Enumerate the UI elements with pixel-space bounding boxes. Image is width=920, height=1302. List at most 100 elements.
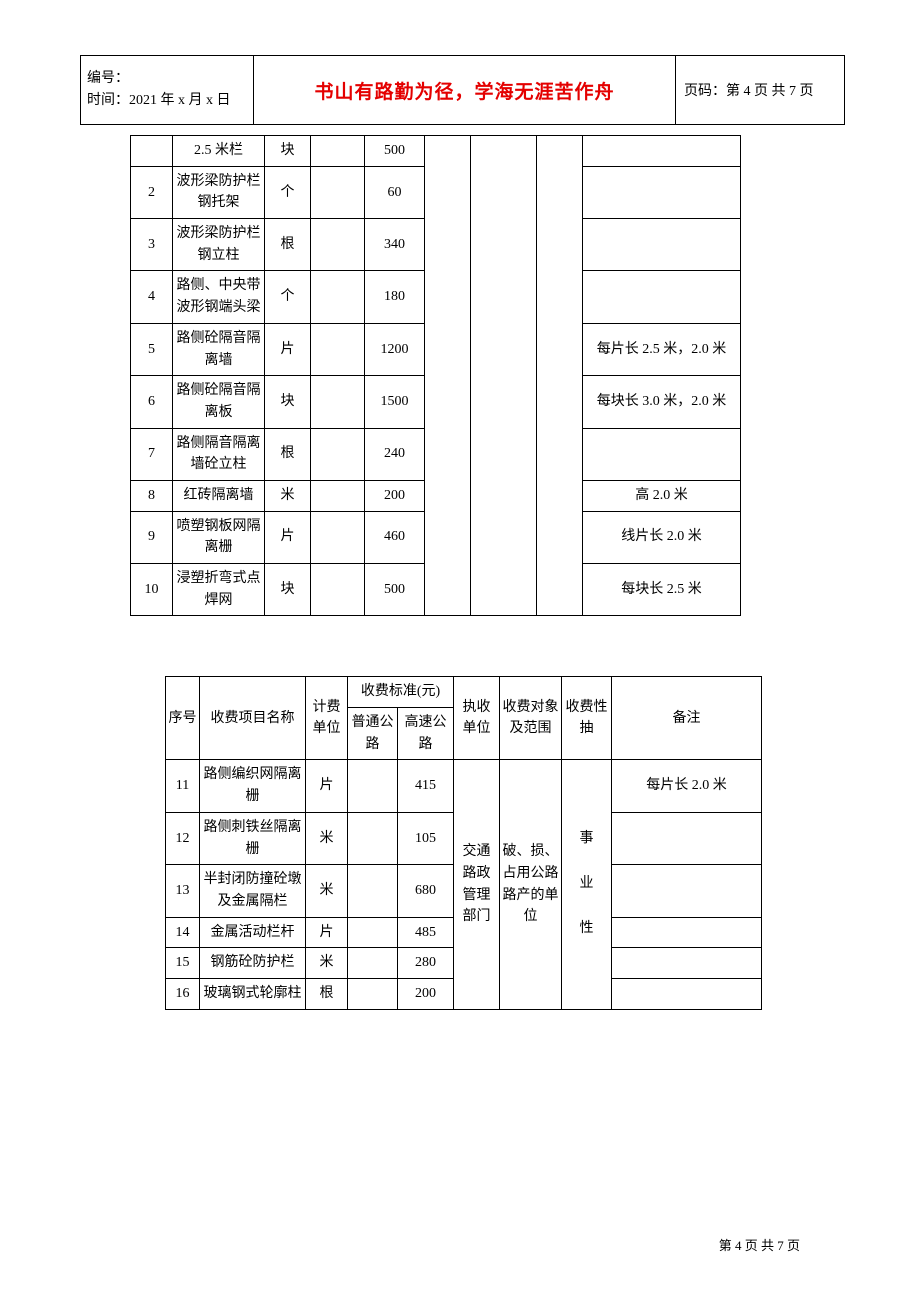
cell-name: 金属活动栏杆 — [200, 917, 306, 948]
col-std-group: 收费标准(元) — [348, 677, 454, 708]
cell-note — [612, 917, 762, 948]
cell-std2: 180 — [365, 271, 425, 323]
cell-obj-merged: 破、损、占用公路路产的单位 — [500, 760, 562, 1009]
cell-note — [583, 219, 741, 271]
cell-unit: 米 — [306, 865, 348, 917]
numbering-label: 编号： — [87, 68, 247, 90]
cell-std2: 280 — [398, 948, 454, 979]
header-motto: 书山有路勤为径，学海无涯苦作舟 — [254, 56, 676, 124]
cell-std1 — [311, 376, 365, 428]
cell-std1 — [348, 760, 398, 812]
nat-line: 业 — [564, 862, 609, 907]
cell-std2: 500 — [365, 136, 425, 167]
cell-note: 每片长 2.0 米 — [612, 760, 762, 812]
cell-idx: 7 — [131, 428, 173, 480]
cell-unit: 根 — [265, 428, 311, 480]
cell-nat-merged: 事 业 性 — [562, 760, 612, 1009]
cell-idx: 3 — [131, 219, 173, 271]
cell-name: 玻璃钢式轮廓柱 — [200, 978, 306, 1009]
page-header: 编号： 时间：2021 年 x 月 x 日 书山有路勤为径，学海无涯苦作舟 页码… — [80, 55, 845, 125]
cell-unit: 米 — [306, 812, 348, 864]
table-header-row: 序号 收费项目名称 计费单位 收费标准(元) 执收单位 收费对象及范围 收费性抽… — [166, 677, 762, 708]
page: 编号： 时间：2021 年 x 月 x 日 书山有路勤为径，学海无涯苦作舟 页码… — [0, 0, 920, 1302]
cell-std2: 460 — [365, 511, 425, 563]
cell-note — [583, 166, 741, 218]
cell-idx: 10 — [131, 564, 173, 616]
col-obj: 收费对象及范围 — [500, 677, 562, 760]
cell-name: 红砖隔离墙 — [173, 480, 265, 511]
col-std2: 高速公路 — [398, 708, 454, 760]
cell-note: 每块长 3.0 米，2.0 米 — [583, 376, 741, 428]
table-row: 11 路侧编织网隔离栅 片 415 交通路政管理部门 破、损、占用公路路产的单位… — [166, 760, 762, 812]
cell-note: 线片长 2.0 米 — [583, 511, 741, 563]
cell-std1 — [348, 948, 398, 979]
cell-std2: 485 — [398, 917, 454, 948]
cell-unit: 片 — [306, 760, 348, 812]
cell-unit: 米 — [265, 480, 311, 511]
table-row: 2.5 米栏 块 500 — [131, 136, 741, 167]
cell-unit: 片 — [306, 917, 348, 948]
cell-name: 波形梁防护栏钢托架 — [173, 166, 265, 218]
col-name: 收费项目名称 — [200, 677, 306, 760]
cell-note — [583, 136, 741, 167]
cell-std1 — [311, 219, 365, 271]
cell-std2: 1500 — [365, 376, 425, 428]
cell-std2: 340 — [365, 219, 425, 271]
cell-std2: 105 — [398, 812, 454, 864]
nat-line: 事 — [564, 817, 609, 862]
cell-std1 — [348, 917, 398, 948]
cell-std1 — [311, 166, 365, 218]
cell-std1 — [311, 428, 365, 480]
cell-std2: 200 — [365, 480, 425, 511]
cell-obj-merged — [471, 136, 537, 616]
col-unit: 计费单位 — [306, 677, 348, 760]
cell-unit: 根 — [265, 219, 311, 271]
cell-unit: 片 — [265, 323, 311, 375]
header-page-label: 页码：第 4 页 共 7 页 — [676, 56, 844, 124]
cell-std1 — [311, 480, 365, 511]
cell-name: 钢筋砼防护栏 — [200, 948, 306, 979]
cell-std2: 240 — [365, 428, 425, 480]
cell-unit: 块 — [265, 136, 311, 167]
col-note: 备注 — [612, 677, 762, 760]
cell-std1 — [348, 978, 398, 1009]
cell-idx: 15 — [166, 948, 200, 979]
cell-name: 路侧隔音隔离墙砼立柱 — [173, 428, 265, 480]
cell-idx — [131, 136, 173, 167]
col-dept: 执收单位 — [454, 677, 500, 760]
cell-std1 — [348, 865, 398, 917]
cell-std1 — [311, 564, 365, 616]
cell-name: 路侧刺铁丝隔离栅 — [200, 812, 306, 864]
cell-idx: 4 — [131, 271, 173, 323]
fee-table-continued: 2.5 米栏 块 500 2 波形梁防护栏钢托架 个 60 3 波形梁防护栏钢立… — [130, 135, 741, 616]
cell-idx: 2 — [131, 166, 173, 218]
page-footer: 第 4 页 共 7 页 — [719, 1235, 800, 1254]
cell-name: 2.5 米栏 — [173, 136, 265, 167]
cell-unit: 米 — [306, 948, 348, 979]
cell-unit: 个 — [265, 166, 311, 218]
cell-note: 高 2.0 米 — [583, 480, 741, 511]
header-left-block: 编号： 时间：2021 年 x 月 x 日 — [81, 56, 254, 124]
cell-idx: 6 — [131, 376, 173, 428]
cell-std2: 500 — [365, 564, 425, 616]
cell-idx: 16 — [166, 978, 200, 1009]
cell-dept-merged: 交通路政管理部门 — [454, 760, 500, 1009]
cell-name: 路侧砼隔音隔离墙 — [173, 323, 265, 375]
cell-idx: 11 — [166, 760, 200, 812]
cell-note — [612, 948, 762, 979]
cell-note: 每片长 2.5 米，2.0 米 — [583, 323, 741, 375]
cell-std1 — [311, 271, 365, 323]
cell-note — [583, 271, 741, 323]
cell-name: 喷塑钢板网隔离栅 — [173, 511, 265, 563]
col-nat: 收费性抽 — [562, 677, 612, 760]
cell-name: 浸塑折弯式点焊网 — [173, 564, 265, 616]
cell-std2: 680 — [398, 865, 454, 917]
cell-std2: 200 — [398, 978, 454, 1009]
cell-unit: 根 — [306, 978, 348, 1009]
cell-std2: 415 — [398, 760, 454, 812]
cell-name: 波形梁防护栏钢立柱 — [173, 219, 265, 271]
cell-note — [612, 978, 762, 1009]
cell-unit: 个 — [265, 271, 311, 323]
cell-name: 半封闭防撞砼墩及金属隔栏 — [200, 865, 306, 917]
cell-unit: 块 — [265, 376, 311, 428]
